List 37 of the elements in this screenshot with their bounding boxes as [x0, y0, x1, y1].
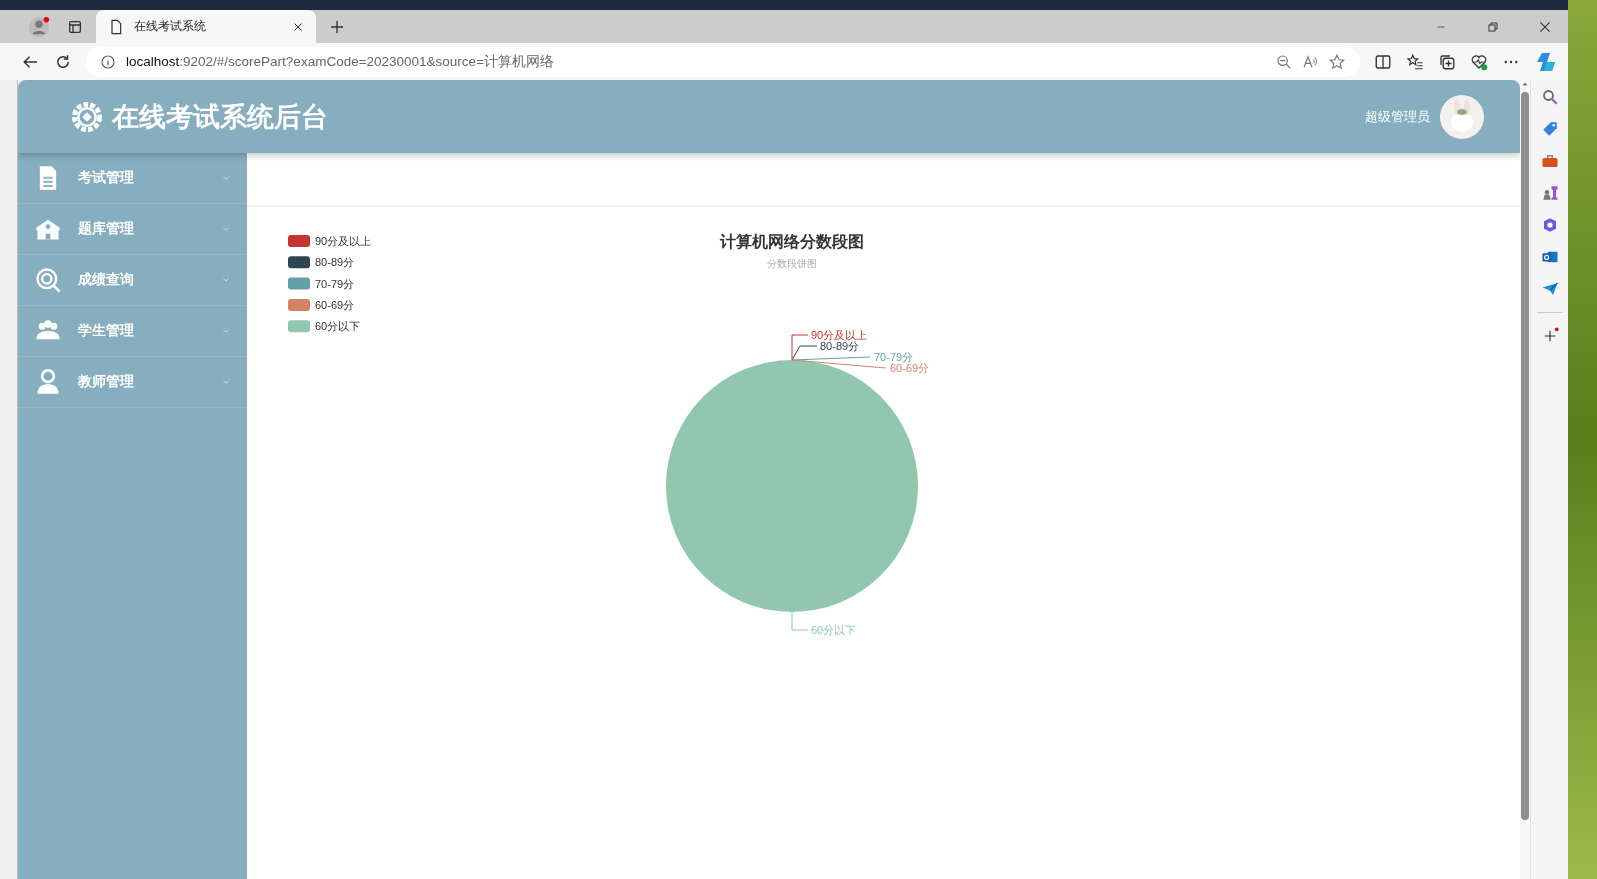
search-icon [34, 266, 62, 294]
slice-label: 80-89分 [820, 340, 860, 352]
tabs-icon[interactable] [67, 18, 83, 35]
toolbox-icon[interactable] [1540, 152, 1559, 170]
read-aloud-icon[interactable] [1302, 53, 1318, 70]
browser-tab[interactable]: 在线考试系统 [96, 10, 316, 43]
restore-icon[interactable] [1487, 20, 1499, 33]
legend-label[interactable]: 70-79分 [315, 277, 355, 290]
star-icon[interactable] [1328, 52, 1346, 71]
legend-label[interactable]: 90分及以上 [315, 235, 372, 247]
search-icon[interactable] [1540, 88, 1559, 106]
info-icon[interactable] [100, 53, 116, 70]
close-icon[interactable] [1538, 19, 1552, 34]
slice-label: 70-79分 [874, 351, 914, 363]
app-title: 在线考试系统后台 [112, 100, 328, 134]
chart-title: 计算机网络分数段图 [720, 233, 864, 250]
leader-line [791, 611, 809, 631]
slice-label: 60分以下 [811, 624, 857, 636]
slice-label: 90分及以上 [811, 329, 868, 341]
chart-subtitle: 分数段饼图 [767, 258, 817, 269]
plus-icon[interactable] [329, 18, 345, 35]
split-screen-icon[interactable] [1374, 52, 1392, 71]
chess-pieces-icon[interactable] [1540, 184, 1559, 202]
profile-icon[interactable] [28, 15, 50, 38]
refresh-icon[interactable] [54, 52, 72, 71]
zoom-out-icon[interactable] [1276, 53, 1292, 70]
legend-label[interactable]: 80-89分 [315, 256, 355, 269]
legend-label[interactable]: 60分以下 [315, 320, 361, 333]
address-bar[interactable]: localhost:9202/#/scorePart?examCode=20230001&source=计算机网络 [86, 46, 1360, 77]
close-icon[interactable] [292, 20, 304, 33]
slice-label: 60-69分 [890, 362, 930, 374]
heart-pulse-icon[interactable] [1470, 52, 1488, 71]
favorites-icon[interactable] [1406, 52, 1424, 71]
page-icon [108, 18, 124, 35]
collections-icon[interactable] [1438, 52, 1456, 71]
legend-label[interactable]: 60-69分 [315, 298, 355, 311]
scrollbar-thumb[interactable] [1521, 92, 1529, 820]
